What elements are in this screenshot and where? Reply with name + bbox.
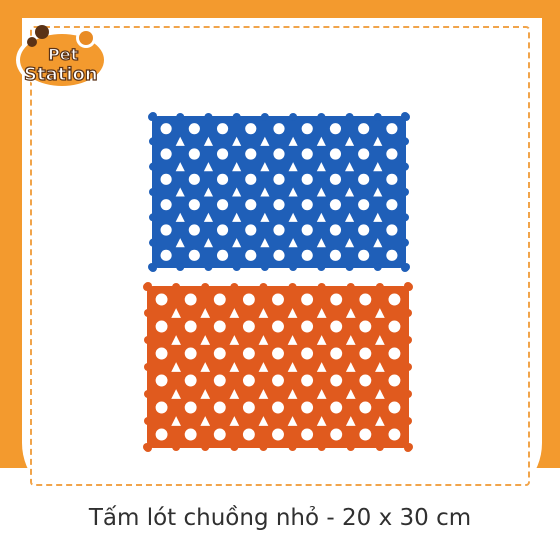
logo-line2: Station (24, 64, 98, 85)
orange-mat-image (143, 282, 413, 452)
product-title: Tấm lót chuồng nhỏ - 20 x 30 cm (88, 505, 472, 531)
background-frame: Pet Station Tấm lót chuồng nhỏ - 20 x 30… (0, 0, 560, 560)
blue-mat-image (148, 112, 410, 272)
logo-line1: Pet (48, 45, 79, 64)
pet-station-logo: Pet Station (14, 12, 110, 94)
